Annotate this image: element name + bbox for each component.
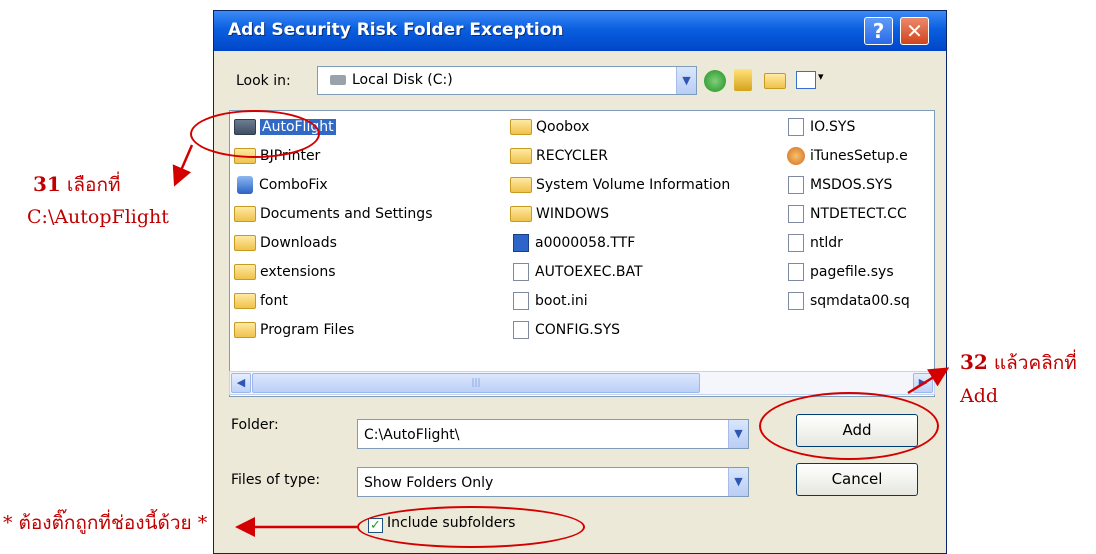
annotation-arrows	[172, 144, 950, 537]
arrow-to-step-32	[907, 367, 950, 395]
arrow-to-step-31	[172, 144, 194, 187]
